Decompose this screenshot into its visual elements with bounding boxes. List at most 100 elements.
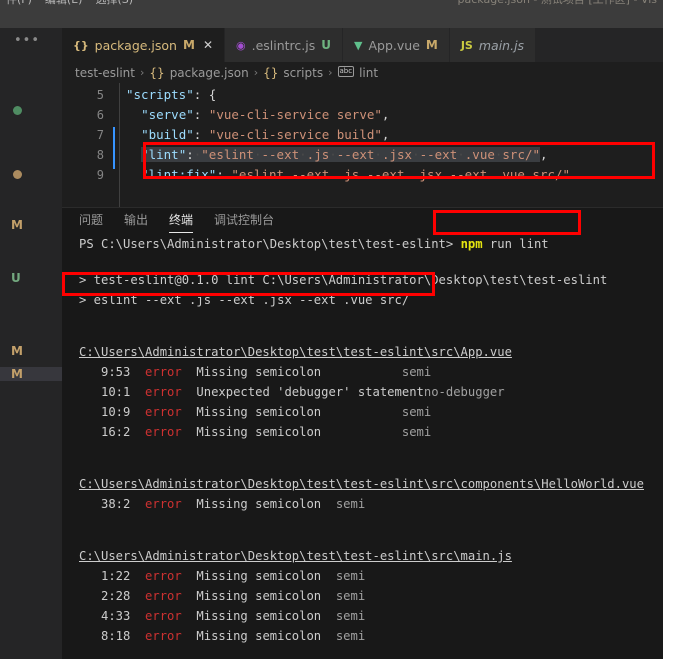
- file-path-link[interactable]: C:\Users\Administrator\Desktop\test\test…: [79, 345, 512, 359]
- tab-label: main.js: [478, 37, 525, 53]
- error-message: Missing semicolon: [181, 589, 336, 603]
- error-location: 38:2: [79, 497, 146, 511]
- code-line: 7 "build": "vue-cli-service build",: [62, 125, 663, 145]
- lint-file-path[interactable]: C:\Users\Administrator\Desktop\test\test…: [79, 342, 663, 362]
- code-token: ·: [374, 147, 382, 162]
- bottom-panel: 问题 输出 终端 调试控制台 PS C:\Users\Administrator\De…: [62, 207, 663, 659]
- code-token: ·: [253, 147, 262, 162]
- window-title: package.json - 测试项目 [工作区] - Vis: [458, 0, 658, 7]
- code-token: .js: [306, 147, 330, 162]
- error-location: 16:2: [79, 425, 146, 439]
- lint-file-path[interactable]: C:\Users\Administrator\Desktop\test\test…: [79, 474, 663, 494]
- editor-tab-bar: {} package.json M ✕ ◉ .eslintrc.js U ▼ A…: [62, 28, 663, 62]
- line-number: 5: [96, 88, 104, 102]
- breadcrumb-item-scripts[interactable]: scripts: [283, 66, 323, 80]
- file-path-link[interactable]: C:\Users\Administrator\Desktop\test\test…: [79, 477, 644, 491]
- lint-error-row: 10:9 error Missing semicolon semi: [79, 402, 663, 422]
- menu-bar-left-items[interactable]: 件(F) 编辑(E) 选择(S): [6, 0, 146, 7]
- tab-modified-indicator: M: [182, 38, 195, 52]
- code-token: .vue: [464, 147, 495, 162]
- tab-bar-filler: [536, 28, 663, 62]
- npm-script-command: > eslint --ext .js --ext .jsx --ext .vue…: [79, 293, 410, 307]
- tab-main-js[interactable]: JS main.js: [449, 28, 537, 62]
- line-number: 8: [96, 148, 104, 162]
- error-location: 1:22: [79, 569, 146, 583]
- lint-error-row: 10:1 error Unexpected 'debugger' stateme…: [79, 382, 663, 402]
- code-text: "serve": "vue-cli-service serve",: [126, 105, 389, 125]
- menu-item-select[interactable]: 选择(S): [95, 0, 133, 6]
- git-status-badge-modified-2: M: [11, 344, 23, 358]
- lint-error-row: 1:22 error Missing semicolon semi: [79, 566, 663, 586]
- panel-tab-3[interactable]: 调试控制台: [214, 211, 274, 231]
- terminal-blank: [79, 530, 663, 546]
- code-text: "lint":·"eslint·--ext·.js·--ext·.jsx·--e…: [126, 145, 548, 165]
- code-editor[interactable]: 5 "scripts": {6 "serve": "vue-cli-service…: [62, 83, 663, 207]
- tab-label: .eslintrc.js: [251, 37, 316, 53]
- file-path-link[interactable]: C:\Users\Administrator\Desktop\test\test…: [79, 549, 512, 563]
- tab-untracked-indicator: U: [321, 38, 332, 52]
- tab-app-vue[interactable]: ▼ App.vue M: [343, 28, 450, 62]
- terminal-blank: [79, 646, 663, 659]
- code-token: ,: [540, 147, 548, 162]
- breadcrumb: test-eslint › {} package.json › {} scrip…: [62, 62, 663, 83]
- error-location: 4:33: [79, 609, 146, 623]
- error-location: 8:18: [79, 629, 146, 643]
- lint-file-path[interactable]: C:\Users\Administrator\Desktop\test\test…: [79, 546, 663, 566]
- error-message: Missing semicolon: [181, 425, 402, 439]
- lint-results: C:\Users\Administrator\Desktop\test\test…: [79, 342, 663, 646]
- code-line: 6 "serve": "vue-cli-service serve",: [62, 105, 663, 125]
- code-token: "build": [141, 127, 194, 142]
- code-token: "eslint --ext .js --ext .jsx --ext .vue …: [231, 167, 571, 182]
- error-level: error: [145, 589, 182, 603]
- error-rule: no-debugger: [423, 385, 505, 399]
- error-rule: semi: [335, 629, 366, 643]
- git-status-badge-untracked: U: [11, 271, 21, 285]
- json-braces-icon: {}: [149, 65, 165, 80]
- chevron-right-icon: ›: [253, 66, 259, 79]
- prompt-path: PS C:\Users\Administrator\Desktop\test\t…: [79, 237, 446, 251]
- line-number: 6: [96, 108, 104, 122]
- menu-bar: 件(F) 编辑(E) 选择(S) package.json - 测试项目 [工作区]…: [0, 0, 663, 28]
- panel-tab-2[interactable]: 终端: [169, 211, 194, 233]
- error-rule: semi: [335, 589, 366, 603]
- chevron-right-icon: ›: [328, 66, 333, 79]
- panel-tab-0[interactable]: 问题: [79, 211, 103, 231]
- vue-icon: ▼: [354, 38, 363, 52]
- error-rule: semi: [401, 405, 432, 419]
- code-token: ,: [381, 127, 390, 142]
- error-rule: semi: [401, 365, 432, 379]
- npm-script-header: > test-eslint@0.1.0 lint C:\Users\Admini…: [79, 273, 608, 287]
- code-token: ·: [299, 147, 307, 162]
- tab-package-json[interactable]: {} package.json M ✕: [62, 28, 225, 62]
- code-token: --ext: [261, 147, 300, 162]
- terminal-output[interactable]: PS C:\Users\Administrator\Desktop\test\t…: [62, 234, 663, 659]
- code-text: "build": "vue-cli-service build",: [126, 125, 389, 145]
- menu-item-file[interactable]: 件(F): [6, 0, 32, 6]
- code-token: src/": [502, 147, 541, 162]
- panel-tab-1[interactable]: 输出: [124, 211, 148, 231]
- code-token: ·: [457, 147, 465, 162]
- menu-item-edit[interactable]: 编辑(E): [45, 0, 83, 6]
- error-level: error: [145, 609, 182, 623]
- git-status-badge-modified-1: M: [11, 218, 23, 232]
- panel-tab-bar: 问题 输出 终端 调试控制台: [62, 208, 663, 234]
- folder-status-dot-tan: [13, 170, 22, 179]
- editor-region: {} package.json M ✕ ◉ .eslintrc.js U ▼ A…: [62, 28, 663, 659]
- error-rule: semi: [335, 569, 366, 583]
- line-number: 9: [96, 168, 104, 182]
- js-icon: JS: [460, 38, 473, 52]
- more-actions-icon[interactable]: •••: [14, 34, 40, 47]
- breadcrumb-item-file[interactable]: package.json: [170, 66, 249, 80]
- code-token: "scripts": [126, 87, 194, 102]
- git-status-badge-modified-selected[interactable]: M: [0, 367, 62, 381]
- breadcrumb-item-folder[interactable]: test-eslint: [75, 66, 135, 80]
- error-message: Missing semicolon: [181, 569, 336, 583]
- tab-eslintrc-js[interactable]: ◉ .eslintrc.js U: [225, 28, 344, 62]
- code-token: "eslint: [201, 147, 254, 162]
- code-token: :: [193, 127, 209, 142]
- close-icon[interactable]: ✕: [203, 38, 213, 52]
- breadcrumb-item-lint[interactable]: lint: [359, 66, 378, 80]
- code-token: :: [186, 147, 194, 162]
